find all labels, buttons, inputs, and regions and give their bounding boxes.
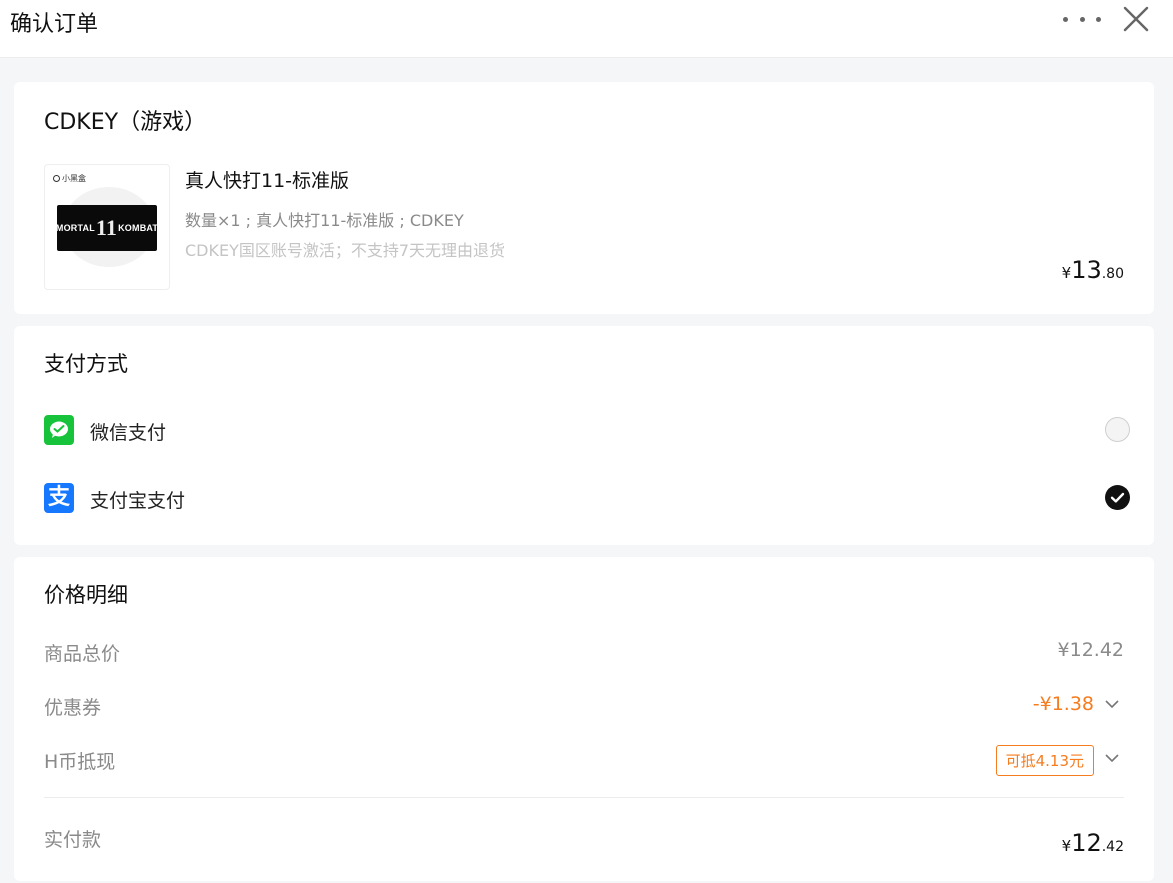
top-bar: 确认订单 (0, 0, 1173, 58)
product-thumbnail[interactable]: 小黑盒 MORTAL 11 KOMBAT (44, 164, 170, 290)
payment-title: 支付方式 (44, 352, 128, 376)
logo-left-text: MORTAL (55, 223, 95, 233)
payment-card: 支付方式 微信支付 支 支付宝支付 (14, 326, 1154, 545)
radio-unselected[interactable] (1105, 417, 1130, 442)
alipay-icon: 支 (44, 483, 74, 513)
price-symbol: ¥ (1061, 264, 1072, 282)
product-price: ¥13.80 (1062, 256, 1124, 284)
divider (44, 797, 1124, 798)
check-icon (1110, 492, 1125, 503)
price-detail-title: 价格明细 (44, 583, 128, 607)
logo-number: 11 (95, 215, 118, 240)
payment-label: 微信支付 (90, 422, 167, 444)
product-card: CDKEY（游戏） 小黑盒 MORTAL 11 KOMBAT 真人快打11-标准… (14, 82, 1154, 314)
paid-decimal: .42 (1101, 839, 1124, 855)
product-name: 真人快打11-标准版 (185, 170, 350, 192)
wechat-pay-icon (44, 415, 74, 445)
product-note: CDKEY国区账号激活；不支持7天无理由退货 (185, 241, 506, 260)
game-logo: MORTAL 11 KOMBAT (55, 205, 159, 251)
price-row-hcoin[interactable]: H币抵现 可抵4.13元 (44, 745, 1124, 776)
chevron-down-icon[interactable] (1104, 698, 1120, 710)
coupon-value: -¥1.38 (1032, 693, 1094, 715)
product-spec: 数量×1 ; 真人快打11-标准版 ; CDKEY (185, 211, 464, 230)
logo-right-text: KOMBAT (118, 223, 159, 233)
more-dots-icon[interactable] (1063, 8, 1101, 30)
paid-symbol: ¥ (1061, 837, 1072, 855)
brand-icon (53, 175, 60, 182)
payment-option-wechat[interactable]: 微信支付 (44, 415, 1130, 447)
product-category: CDKEY（游戏） (44, 110, 207, 135)
page-title: 确认订单 (10, 12, 99, 37)
price-row-coupon[interactable]: 优惠券 -¥1.38 (44, 693, 1124, 721)
hcoin-badge[interactable]: 可抵4.13元 (995, 745, 1094, 776)
payment-label: 支付宝支付 (90, 490, 186, 512)
coupon-label: 优惠券 (44, 697, 102, 719)
price-integer: 13 (1071, 256, 1102, 284)
close-icon[interactable] (1121, 4, 1151, 34)
paid-integer: 12 (1071, 829, 1102, 857)
price-detail-card: 价格明细 商品总价 ¥12.42 优惠券 -¥1.38 H币抵现 可抵4.13元… (14, 557, 1154, 881)
goods-total-value: ¥12.42 (1057, 639, 1124, 661)
goods-total-label: 商品总价 (44, 643, 121, 665)
radio-selected[interactable] (1105, 485, 1130, 510)
chevron-down-icon[interactable] (1104, 752, 1120, 764)
brand-text: 小黑盒 (62, 174, 86, 183)
payment-option-alipay[interactable]: 支 支付宝支付 (44, 483, 1130, 515)
price-decimal: .80 (1101, 266, 1124, 282)
brand-logo: 小黑盒 (53, 173, 86, 184)
hcoin-label: H币抵现 (44, 751, 116, 773)
price-row-goods-total: 商品总价 ¥12.42 (44, 639, 1124, 667)
paid-label: 实付款 (44, 829, 102, 851)
paid-amount: ¥12.42 (1062, 829, 1124, 857)
